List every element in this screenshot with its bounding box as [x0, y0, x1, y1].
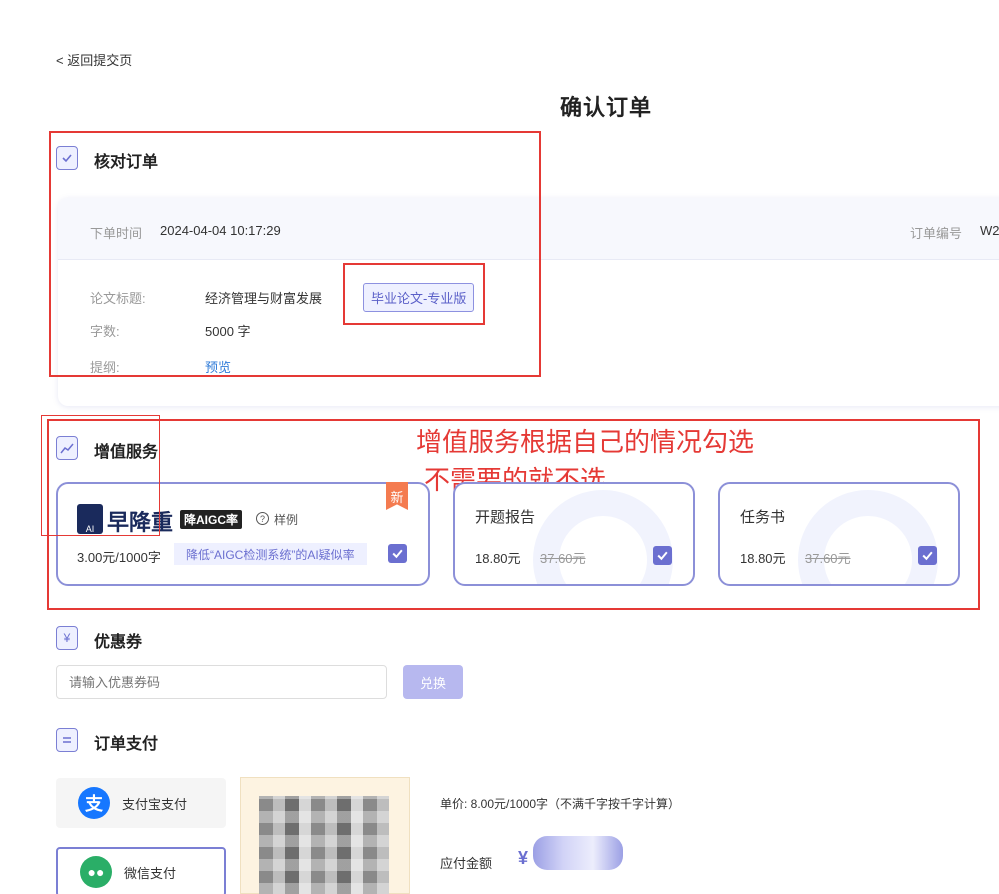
page-title: 确认订单	[560, 95, 653, 120]
order-no-label: 订单编号	[910, 226, 963, 241]
amount-label: 应付金额	[440, 856, 493, 871]
wechat-pay-label: 微信支付	[124, 865, 177, 881]
alipay-button[interactable]: 支 支付宝支付	[56, 778, 226, 828]
wechat-icon: ●●	[80, 856, 112, 888]
section-title-payment: 订单支付	[94, 736, 159, 753]
wechat-pay-button[interactable]: ●● 微信支付	[56, 847, 226, 894]
redeem-button[interactable]: 兑换	[403, 665, 463, 699]
payment-icon	[56, 728, 78, 752]
alipay-icon: 支	[78, 787, 110, 819]
qr-code-image	[259, 796, 389, 894]
order-no-value: W2	[980, 223, 999, 238]
qr-code-frame	[240, 777, 410, 894]
section-title-coupon: 优惠券	[94, 634, 143, 651]
back-link[interactable]: < 返回提交页	[56, 50, 132, 69]
unit-price-text: 单价: 8.00元/1000字（不满千字按千字计算）	[440, 797, 681, 811]
currency-symbol: ¥	[518, 848, 529, 868]
annotation-box-order	[49, 131, 541, 377]
coupon-icon: ¥	[56, 626, 78, 650]
annotation-box-vas	[47, 419, 980, 610]
amount-value-blurred	[533, 836, 623, 870]
coupon-input[interactable]	[56, 665, 387, 699]
alipay-label: 支付宝支付	[122, 796, 188, 812]
annotation-box-badge	[343, 263, 485, 325]
